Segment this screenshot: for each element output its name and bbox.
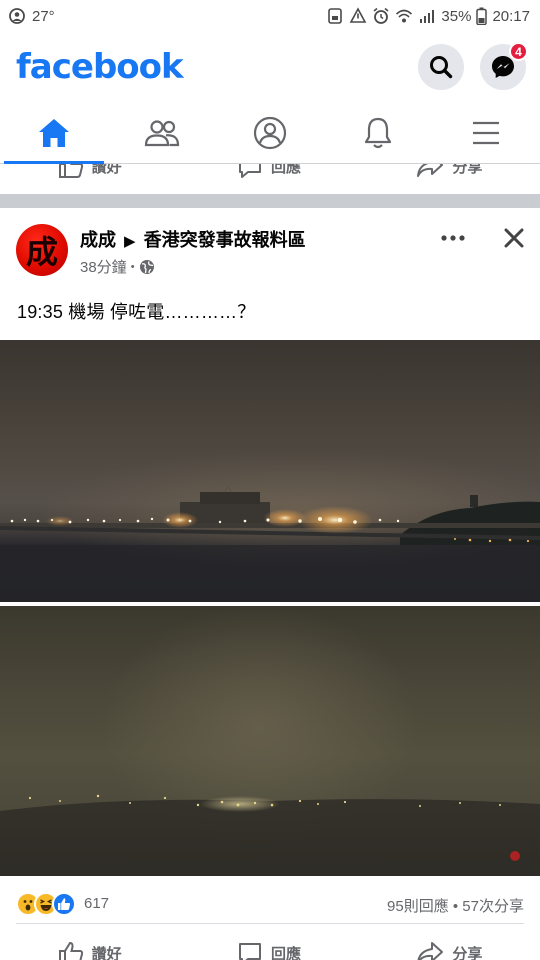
share-icon <box>417 164 444 177</box>
more-icon <box>441 235 465 241</box>
post-meta: 38分鐘 • <box>80 256 155 277</box>
search-button[interactable] <box>418 44 464 90</box>
save-icon <box>328 8 343 24</box>
alarm-icon <box>373 7 389 24</box>
messenger-button[interactable]: 4 <box>480 42 528 90</box>
clock-text: 20:17 <box>492 7 530 25</box>
share-button[interactable]: 分享 <box>416 938 482 960</box>
profile-icon <box>253 116 287 149</box>
search-icon <box>430 56 453 79</box>
hide-post-button[interactable] <box>498 222 530 254</box>
post-photo-1[interactable] <box>0 340 540 602</box>
share-icon <box>417 942 444 960</box>
author-name[interactable]: 成成 <box>80 230 116 250</box>
friends-icon <box>144 119 180 146</box>
bell-icon <box>364 117 392 148</box>
like-reaction-icon <box>52 892 76 916</box>
airport-lights-photo <box>0 450 540 602</box>
feed-separator <box>0 194 540 208</box>
signal-icon <box>420 10 435 23</box>
temperature-text: 27° <box>32 7 55 25</box>
post-timestamp[interactable]: 38分鐘 <box>80 256 127 277</box>
like-button[interactable]: 讚好 <box>58 938 122 960</box>
post-card: 成 成成 ▶ 香港突發事故報料區 38分鐘 • 19:35 機場 停咗電…………… <box>0 208 540 960</box>
warning-icon <box>350 7 367 23</box>
post-photo-2[interactable] <box>0 606 540 876</box>
post-header: 成 成成 ▶ 香港突發事故報料區 38分鐘 • <box>0 208 540 288</box>
tab-notifications[interactable] <box>324 102 432 163</box>
tab-profile[interactable] <box>216 102 324 163</box>
tab-home[interactable] <box>0 102 108 164</box>
avatar-logo-char: 成 <box>25 233 58 271</box>
previous-post-actions: 讚好 回應 分享 <box>0 164 540 194</box>
comment-icon <box>238 943 261 960</box>
like-label: 讚好 <box>91 945 122 960</box>
app-header: facebook 4 <box>0 32 540 102</box>
comment-icon <box>238 164 261 178</box>
comment-label: 回應 <box>270 945 301 960</box>
airport-blackout-photo <box>0 606 540 876</box>
wifi-icon <box>396 9 413 23</box>
comment-share-count[interactable]: 95則回應 • 57次分享 <box>387 895 524 916</box>
reaction-count[interactable]: 617 <box>84 895 109 912</box>
home-icon <box>39 118 69 147</box>
tab-friends[interactable] <box>108 102 216 163</box>
prev-comment-label: 回應 <box>270 164 301 176</box>
comment-button[interactable]: 回應 <box>237 938 301 960</box>
prev-like-button[interactable]: 讚好 <box>58 164 122 179</box>
more-options-button[interactable] <box>436 226 470 250</box>
like-icon <box>58 941 83 960</box>
messenger-badge: 4 <box>509 42 528 61</box>
post-text: 19:35 機場 停咗電…………？ <box>17 302 256 322</box>
share-label: 分享 <box>452 945 483 960</box>
close-icon <box>504 228 524 248</box>
prev-share-button[interactable]: 分享 <box>416 164 482 179</box>
status-bar: 27° 35% 20:17 <box>0 0 540 32</box>
battery-icon <box>476 7 488 25</box>
group-name[interactable]: 香港突發事故報料區 <box>144 230 306 250</box>
arrow-right-icon: ▶ <box>124 233 136 250</box>
like-icon <box>58 164 83 178</box>
menu-icon <box>473 121 499 144</box>
meta-separator: • <box>130 260 135 273</box>
reaction-icons[interactable] <box>16 892 76 916</box>
prev-comment-button[interactable]: 回應 <box>237 164 301 179</box>
nav-tabs <box>0 102 540 164</box>
post-actions: 讚好 回應 分享 <box>0 938 540 960</box>
prev-share-label: 分享 <box>452 164 483 176</box>
author-avatar[interactable]: 成 <box>16 224 68 276</box>
battery-text: 35% <box>441 7 472 25</box>
prev-like-label: 讚好 <box>91 164 122 176</box>
globe-icon <box>139 259 154 274</box>
tab-menu[interactable] <box>432 102 540 163</box>
facebook-logo[interactable]: facebook <box>16 47 184 87</box>
reaction-summary: 617 95則回應 • 57次分享 <box>16 884 524 924</box>
post-title: 成成 ▶ 香港突發事故報料區 <box>80 226 306 252</box>
weather-icon <box>9 8 25 24</box>
